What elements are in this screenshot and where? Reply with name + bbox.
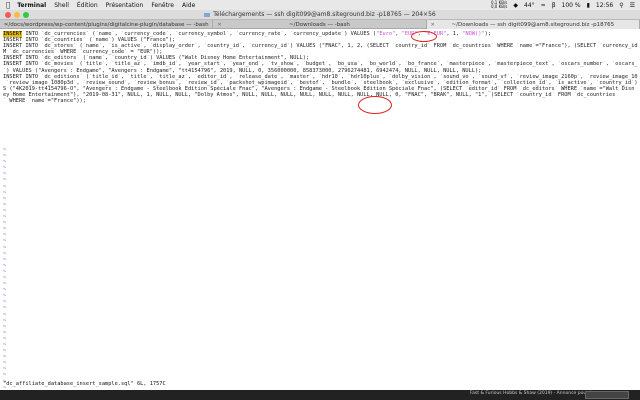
minimize-button[interactable]: [14, 12, 20, 18]
tilde-line: ~: [3, 256, 7, 263]
close-tab-icon[interactable]: ✕: [217, 22, 221, 28]
tilde-line: ~: [3, 372, 7, 379]
network-stats[interactable]: 0,1 KB/s 0,0 KB/s: [491, 1, 507, 9]
tilde-line: ~: [3, 317, 7, 324]
tab-downloads-bash[interactable]: ✕ ~/Downloads — -bash: [213, 20, 427, 29]
tilde-line: ~: [3, 244, 7, 251]
sql-line: INSERT INTO `dc_movies` (`title`, `title…: [3, 61, 638, 68]
terminal-view[interactable]: INSERT INTO `dc_currencies` (`name`, `cu…: [0, 29, 640, 390]
sql-line: INSERT INTO `dc_editions` (`title_id`, `…: [3, 73, 638, 80]
apple-icon[interactable]: : [6, 1, 10, 9]
sql-line: `review_image_1080p3d`, `review_sound`, …: [3, 79, 638, 86]
tilde-line: ~: [3, 262, 7, 269]
tab-downloads-ssh[interactable]: ✕ ~/Downloads — ssh digit099@am8.sitegro…: [426, 20, 640, 29]
menu-presentation[interactable]: Présentation: [106, 2, 144, 9]
bluetooth-icon[interactable]: β: [552, 2, 556, 9]
video-caption: Fast & Furious Hobbs & Shaw (2019) - Ann…: [470, 391, 594, 396]
sql-line: ` WHERE `name`="France"));: [3, 98, 86, 105]
notification-center-icon[interactable]: ☰: [630, 2, 635, 9]
tilde-line: ~: [3, 329, 7, 336]
tilde-line: ~: [3, 195, 7, 202]
close-tab-icon[interactable]: ✕: [431, 22, 435, 28]
search-icon[interactable]: ⚲: [619, 2, 623, 9]
menu-edition[interactable]: Édition: [77, 2, 98, 9]
tilde-line: ~: [3, 250, 7, 257]
tilde-line: ~: [3, 189, 7, 196]
tilde-line: ~: [3, 238, 7, 245]
zoom-button[interactable]: [23, 12, 29, 18]
tab-database[interactable]: ✕ ~/docs/wordpress/wp-content/plugins/di…: [0, 20, 214, 29]
tab-bar: ✕ ~/docs/wordpress/wp-content/plugins/di…: [0, 20, 640, 29]
wifi-icon[interactable]: ≈: [541, 2, 546, 9]
annotation-circle-currency-symbol: [411, 31, 437, 42]
dropbox-icon[interactable]: ◆: [513, 2, 518, 9]
tilde-line: ~: [3, 311, 7, 318]
status-area: 0,1 KB/s 0,0 KB/s ◆ 44° ≈ β 100 % ▮ 12:5…: [491, 1, 640, 9]
close-tab-icon[interactable]: ✕: [4, 22, 8, 28]
close-button[interactable]: [5, 12, 11, 18]
cpu-temp[interactable]: 44°: [524, 2, 535, 9]
window-controls: [5, 12, 32, 18]
sql-line: ey Home Entertainment"), "2019-08-31", N…: [3, 91, 616, 98]
menu-shell[interactable]: Shell: [54, 2, 69, 9]
empty-lines: ~ ~ ~ ~ ~ ~ ~ ~ ~ ~ ~ ~ ~ ~ ~ ~ ~ ~ ~ ~ ~ ~ ~ ~ ~ ~ ~ ~ ~ ~ ~ ~ ~ ~ ~ ~ ~ ~ ~ ~: [3, 147, 6, 390]
clock[interactable]: 12:56: [596, 2, 613, 9]
vim-status-line: "dc_affiliate_database_insert_sample.sql…: [3, 380, 166, 387]
tilde-line: ~: [3, 305, 7, 312]
menu-bar:  Terminal Shell Édition Présentation Fe…: [0, 0, 640, 10]
tilde-line: ~: [3, 177, 7, 184]
window-title: Téléchargements — ssh digit099@am8.siteg…: [213, 11, 436, 18]
menu-app-terminal[interactable]: Terminal: [17, 2, 46, 9]
menu-aide[interactable]: Aide: [182, 2, 195, 9]
window-titlebar[interactable]: Téléchargements — ssh digit099@am8.siteg…: [0, 10, 640, 20]
folder-icon: [204, 12, 211, 17]
battery-icon[interactable]: ▮: [587, 2, 590, 9]
menu-fenetre[interactable]: Fenêtre: [151, 2, 174, 9]
video-thumbnail[interactable]: [585, 391, 629, 399]
tilde-line: ~: [3, 183, 7, 190]
annotation-circle-edition-title: [358, 96, 392, 114]
battery-percent[interactable]: 100 %: [562, 2, 581, 9]
dock-area: Fast & Furious Hobbs & Shaw (2019) - Ann…: [0, 390, 640, 400]
tilde-line: ~: [3, 323, 7, 330]
